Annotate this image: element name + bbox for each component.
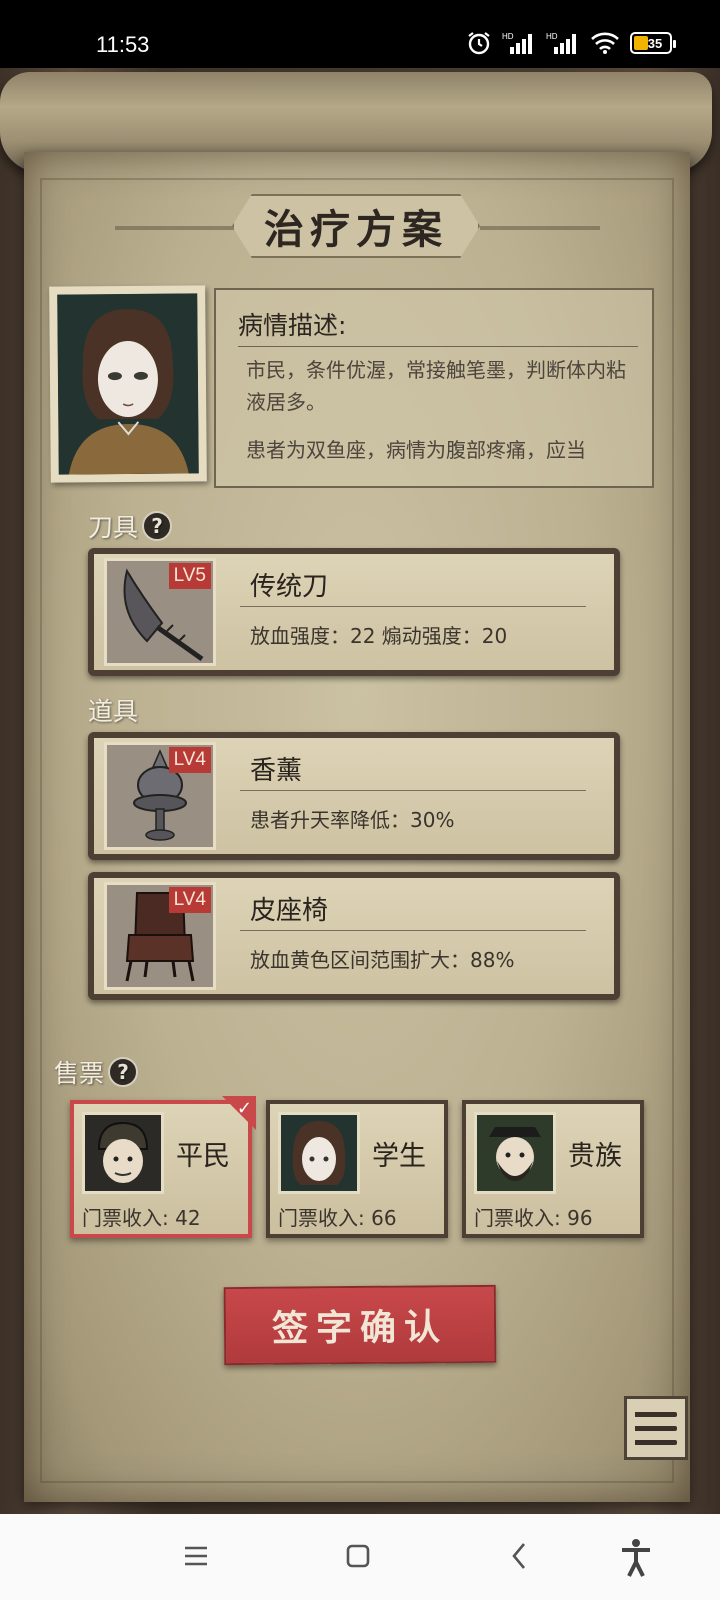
system-nav-bar <box>0 1514 720 1600</box>
divider <box>238 346 638 347</box>
ticket-name: 学生 <box>372 1141 426 1172</box>
description-heading: 病情描述: <box>238 311 347 340</box>
hd-signal-icon: HD <box>502 32 532 54</box>
ticket-body: 平民 门票收入: 42 <box>74 1104 248 1234</box>
tool-section-label: 道具 <box>88 692 138 728</box>
tool-card-chair[interactable]: LV4 皮座椅 放血黄色区间范围扩大：88% <box>88 872 620 1000</box>
home-icon[interactable] <box>344 1538 372 1574</box>
ticket-name: 贵族 <box>568 1141 622 1172</box>
patient-image <box>57 293 199 475</box>
battery-level: 35 <box>647 35 663 51</box>
ornament-right <box>480 226 600 230</box>
help-icon[interactable]: ? <box>108 1057 139 1087</box>
tool-stat: 患者升天率降低：30% <box>250 808 455 832</box>
ornament-left <box>115 226 235 230</box>
divider <box>240 606 586 607</box>
status-bar: 11:53 HD HD 35 <box>0 0 720 68</box>
ticket-option-noble[interactable]: 贵族 门票收入: 96 <box>462 1100 644 1238</box>
confirm-label: 签字确认 <box>271 1306 449 1350</box>
ticket-option-student[interactable]: 学生 门票收入: 66 <box>266 1100 448 1238</box>
ticket-label: 售票 <box>54 1059 105 1088</box>
knife-card-body: LV5 传统刀 放血强度：22 煽动强度：20 <box>94 554 614 670</box>
ticket-body: 贵族 门票收入: 96 <box>466 1104 640 1234</box>
list-icon-line <box>635 1425 677 1431</box>
tool-thumbnail: LV4 <box>104 882 216 990</box>
description-paragraph: 市民，条件优渥，常接触笔墨，判断体内粘液居多。 <box>246 358 626 414</box>
level-badge: LV5 <box>168 563 211 589</box>
check-icon: ✓ <box>236 1098 252 1119</box>
divider <box>240 930 586 931</box>
menu-list-button[interactable] <box>624 1396 688 1460</box>
level-badge: LV4 <box>168 747 211 773</box>
alarm-icon <box>468 32 490 55</box>
commoner-avatar <box>82 1112 164 1194</box>
description-paragraph: 患者为双鱼座，病情为腹部疼痛，应当 <box>246 438 586 462</box>
hd-signal-icon: HD <box>546 32 576 54</box>
ticket-body: 学生 门票收入: 66 <box>270 1104 444 1234</box>
tool-card-body: LV4 香薰 患者升天率降低：30% <box>94 738 614 854</box>
ticket-income: 门票收入: 66 <box>278 1206 397 1230</box>
tool-stat: 放血黄色区间范围扩大：88% <box>250 948 515 972</box>
tool-thumbnail: LV4 <box>104 742 216 850</box>
divider <box>240 790 586 791</box>
knife-stats: 放血强度：22 煽动强度：20 <box>250 624 508 648</box>
knife-section-label: 刀具 ? <box>88 508 173 544</box>
menu-icon[interactable] <box>182 1538 210 1574</box>
patient-portrait[interactable] <box>49 285 207 483</box>
title-banner: 治疗方案 <box>0 188 720 268</box>
status-icons: HD HD 35 <box>466 30 676 56</box>
sign-confirm-button[interactable]: 签字确认 <box>223 1284 497 1366</box>
help-icon[interactable]: ? <box>142 511 173 541</box>
tool-name: 香薰 <box>250 756 303 786</box>
ticket-option-commoner[interactable]: 平民 门票收入: 42 ✓ <box>70 1096 256 1238</box>
knife-name: 传统刀 <box>250 572 329 602</box>
ticket-name: 平民 <box>176 1141 230 1172</box>
list-icon-line <box>635 1439 677 1445</box>
tool-card-incense[interactable]: LV4 香薰 患者升天率降低：30% <box>88 732 620 860</box>
list-icon <box>635 1411 677 1417</box>
svg-text:HD: HD <box>546 32 558 41</box>
tool-card-body: LV4 皮座椅 放血黄色区间范围扩大：88% <box>94 878 614 994</box>
knife-thumbnail: LV5 <box>104 558 216 666</box>
ticket-income: 门票收入: 96 <box>474 1206 593 1230</box>
ticket-income: 门票收入: 42 <box>82 1206 201 1230</box>
level-badge: LV4 <box>168 887 211 913</box>
back-icon[interactable] <box>506 1538 534 1574</box>
condition-description: 病情描述: 市民，条件优渥，常接触笔墨，判断体内粘液居多。 患者为双鱼座，病情为… <box>214 288 654 488</box>
knife-card[interactable]: LV5 传统刀 放血强度：22 煽动强度：20 <box>88 548 620 676</box>
tool-label: 道具 <box>88 697 139 726</box>
wifi-icon <box>591 32 619 54</box>
svg-text:HD: HD <box>502 32 514 41</box>
page-title: 治疗方案 <box>264 206 448 253</box>
knife-label: 刀具 <box>88 513 139 542</box>
battery-icon: 35 <box>630 32 676 54</box>
student-avatar <box>278 1112 360 1194</box>
ticket-section-label: 售票 ? <box>54 1054 139 1090</box>
status-time: 11:53 <box>96 32 150 57</box>
noble-avatar <box>474 1112 556 1194</box>
title-plate: 治疗方案 <box>232 194 480 258</box>
tool-name: 皮座椅 <box>250 896 329 926</box>
accessibility-icon[interactable] <box>618 1538 654 1578</box>
